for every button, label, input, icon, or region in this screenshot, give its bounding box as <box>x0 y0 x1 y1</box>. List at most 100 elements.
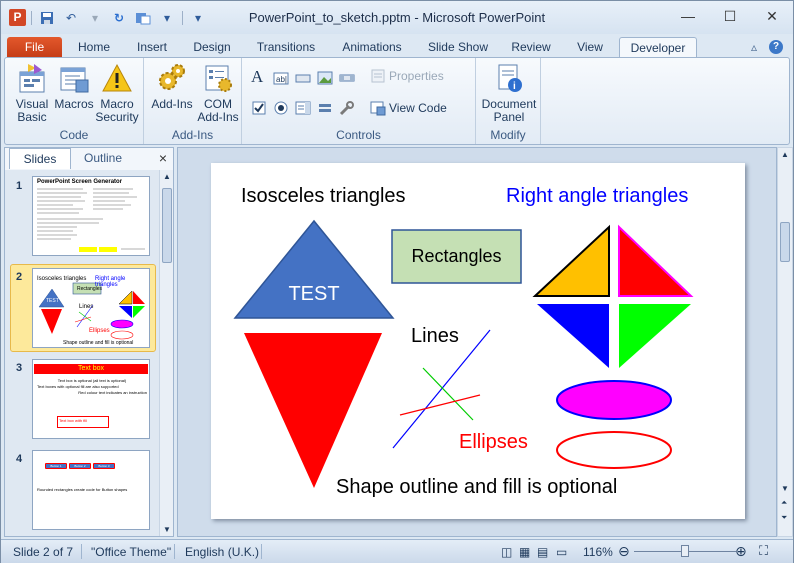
slide-editor: Isosceles triangles Right angle triangle… <box>177 147 777 537</box>
help-icon[interactable]: ? <box>769 40 783 54</box>
thumb2-lines-label: Lines <box>79 304 94 310</box>
controls-group: A ab| Properties View Code Controls <box>242 58 476 144</box>
reading-view-icon[interactable]: ▤ <box>537 545 548 559</box>
visual-basic-icon <box>16 62 48 94</box>
more-controls-icon[interactable] <box>339 100 355 116</box>
checkbox-control-icon[interactable] <box>251 100 267 116</box>
thumb3-box: Text box with fill <box>57 416 109 428</box>
status-separator <box>81 544 82 559</box>
slide-thumbnails: 1 PowerPoint Screen Generator 2 Isoscele… <box>5 170 160 536</box>
thumb2-test-label: TEST <box>46 298 59 304</box>
document-panel-icon: i <box>493 62 525 94</box>
svg-text:i: i <box>513 81 516 92</box>
view-code-button[interactable]: View Code <box>389 101 447 115</box>
scroll-down-icon[interactable]: ▼ <box>781 484 789 493</box>
status-separator <box>261 544 262 559</box>
properties-icon <box>370 68 386 84</box>
powerpoint-window: P ↶ ▾ ↻ ▾ ▾ PowerPoint_to_sketch.pptm - … <box>0 0 794 563</box>
addins-group: Add-Ins COM Add-Ins Add-Ins <box>144 58 242 144</box>
macro-security-button[interactable]: Macro Security <box>95 62 139 124</box>
document-panel-label-2: Panel <box>493 110 525 124</box>
ellipses-label: Ellipses <box>459 431 528 453</box>
zoom-out-icon[interactable]: ⊖ <box>618 543 630 560</box>
modify-group: i Document Panel Modify <box>476 58 541 144</box>
tab-insert[interactable]: Insert <box>129 37 175 58</box>
right-angle-title: Right angle triangles <box>506 185 689 207</box>
isosceles-triangle-red <box>244 333 382 488</box>
fit-to-window-icon[interactable]: ⛶ <box>759 543 768 559</box>
zoom-level[interactable]: 116% <box>583 545 613 559</box>
minimize-icon[interactable]: — <box>667 1 709 31</box>
right-triangle-red <box>618 224 694 297</box>
ellipse-magenta <box>556 380 672 420</box>
slide-show-icon[interactable]: ▭ <box>556 545 567 559</box>
language[interactable]: English (U.K.) <box>185 545 259 559</box>
thumb2-iso-label: Isosceles triangles <box>37 276 87 282</box>
label-control-icon[interactable]: A <box>251 68 267 85</box>
slide-number-1: 1 <box>16 180 23 192</box>
minimize-ribbon-icon[interactable]: ▵ <box>751 40 757 54</box>
lines-label: Lines <box>411 325 459 347</box>
slide-sorter-icon[interactable]: ▦ <box>519 545 530 559</box>
tab-slides[interactable]: Slides <box>9 148 71 169</box>
tab-home[interactable]: Home <box>70 37 118 58</box>
zoom-slider-knob[interactable] <box>681 545 689 557</box>
status-bar: Slide 2 of 7 "Office Theme" English (U.K… <box>1 539 793 563</box>
textbox-control-icon[interactable]: ab| <box>273 70 289 86</box>
controls-group-label: Controls <box>336 128 381 142</box>
add-ins-button[interactable]: Add-Ins <box>149 62 195 111</box>
macros-button[interactable]: Macros <box>54 62 94 111</box>
scroll-up-icon[interactable]: ▲ <box>781 150 789 159</box>
thumbnails-scrollbar[interactable]: ▲ ▼ <box>159 170 173 536</box>
image-control-icon[interactable] <box>317 70 333 86</box>
normal-view-icon[interactable]: ◫ <box>501 545 512 559</box>
zoom-in-icon[interactable]: ⊕ <box>735 543 747 560</box>
slide-thumbnail-1[interactable]: PowerPoint Screen Generator <box>32 176 150 256</box>
line-green <box>422 367 474 421</box>
add-ins-label: Add-Ins <box>151 97 193 111</box>
document-panel-button[interactable]: i Document Panel <box>480 62 538 124</box>
slides-panel: Slides Outline × 1 PowerPoint Screen Gen… <box>4 147 174 537</box>
scroll-down-icon[interactable]: ▼ <box>163 525 171 534</box>
togglebutton-control-icon[interactable] <box>317 100 333 116</box>
tab-transitions[interactable]: Transitions <box>249 37 323 58</box>
isosceles-title: Isosceles triangles <box>241 185 406 207</box>
visual-basic-button[interactable]: Visual Basic <box>11 62 53 124</box>
tab-file[interactable]: File <box>7 37 62 58</box>
ribbon: Visual Basic Macros Macro Security Code <box>4 57 790 145</box>
combobox-control-icon[interactable] <box>295 100 311 116</box>
maximize-icon[interactable]: ☐ <box>709 1 751 31</box>
next-slide-icon[interactable]: ⏷ <box>781 513 787 523</box>
tab-slide-show[interactable]: Slide Show <box>421 37 495 58</box>
theme-name[interactable]: "Office Theme" <box>91 545 171 559</box>
tab-developer[interactable]: Developer <box>619 37 697 58</box>
close-panel-icon[interactable]: × <box>159 150 167 166</box>
slide-thumbnail-2[interactable]: Isosceles triangles Right angle triangle… <box>32 268 150 348</box>
thumb4-button-2: Button 2 <box>69 463 91 469</box>
radio-control-icon[interactable] <box>273 100 289 116</box>
button-control-icon[interactable] <box>295 70 311 86</box>
slide-thumbnail-4[interactable]: Button 1 Button 2 Button 3 Rounded recta… <box>32 450 150 530</box>
thumbnails-scroll-thumb[interactable] <box>162 188 172 263</box>
scroll-up-icon[interactable]: ▲ <box>163 172 171 181</box>
properties-button[interactable]: Properties <box>389 69 444 83</box>
thumb4-button-3: Button 3 <box>93 463 115 469</box>
tab-design[interactable]: Design <box>186 37 238 58</box>
scrollbar-control-icon[interactable] <box>339 70 355 86</box>
tab-review[interactable]: Review <box>505 37 557 58</box>
slide-scroll-thumb[interactable] <box>780 222 790 262</box>
com-add-ins-button[interactable]: COM Add-Ins <box>196 62 240 124</box>
ribbon-tabs: File Home Insert Design Transitions Anim… <box>1 34 793 58</box>
previous-slide-icon[interactable]: ⏶ <box>781 498 787 508</box>
current-slide[interactable]: Isosceles triangles Right angle triangle… <box>211 163 745 519</box>
tab-animations[interactable]: Animations <box>334 37 410 58</box>
slide-scrollbar[interactable]: ▲ ▼ ⏶ ⏷ <box>777 147 793 537</box>
thumb2-rect-label: Rectangles <box>77 286 103 292</box>
thumb3-line1: Text box is optional (all text is option… <box>57 378 127 383</box>
view-code-icon <box>370 100 386 116</box>
right-triangle-orange <box>532 224 610 297</box>
tab-view[interactable]: View <box>568 37 612 58</box>
close-icon[interactable]: ✕ <box>751 1 793 31</box>
slide-thumbnail-3[interactable]: Text box Text box is optional (all text … <box>32 359 150 439</box>
tab-outline[interactable]: Outline <box>73 148 133 169</box>
